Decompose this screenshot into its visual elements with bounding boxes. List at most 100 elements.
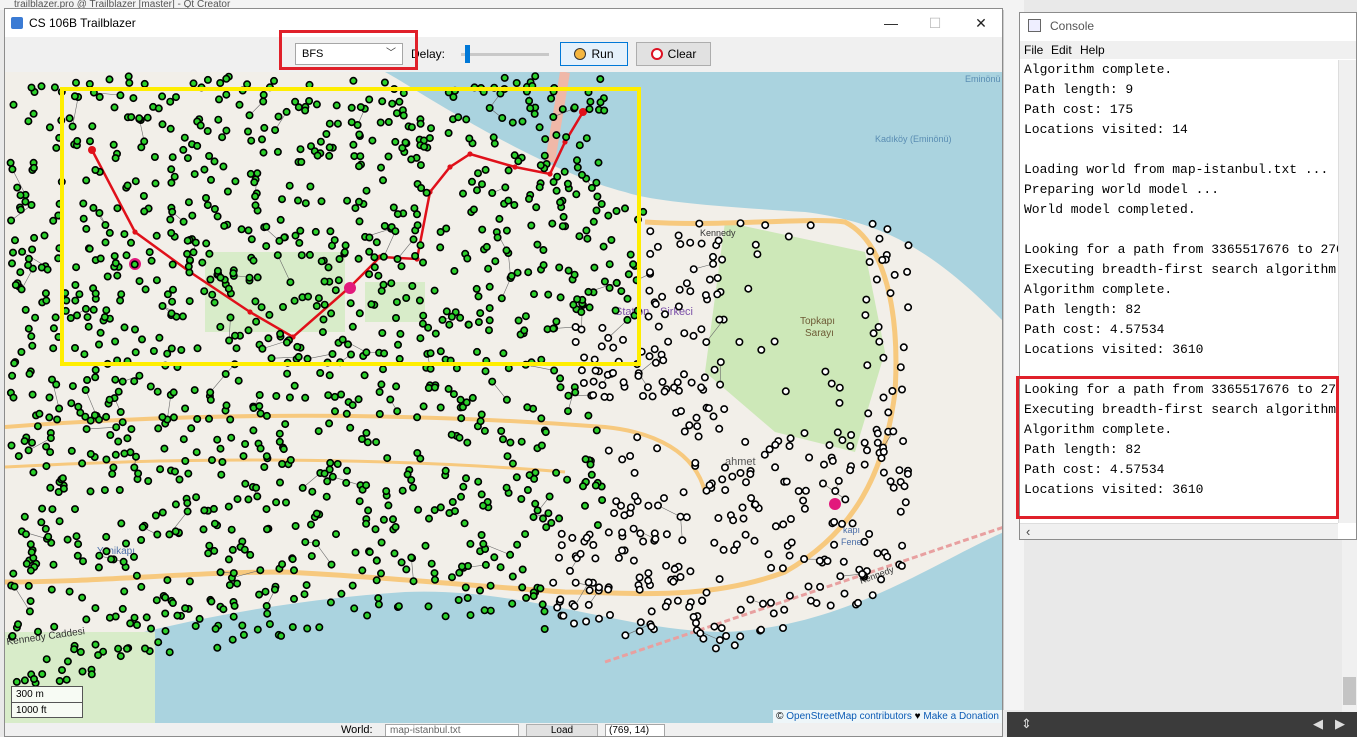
visited-node <box>580 501 589 510</box>
up-down-arrow-icon[interactable]: ⇕ <box>1021 716 1032 732</box>
unvisited-node <box>747 494 756 503</box>
map-view[interactable]: Sirkeci Station Topkapı Sarayı Kadıköy (… <box>5 72 1002 723</box>
visited-node <box>134 469 143 478</box>
close-button[interactable]: ✕ <box>961 13 1001 33</box>
visited-node <box>14 452 23 461</box>
visited-node <box>27 332 36 341</box>
unvisited-node <box>635 573 644 582</box>
visited-node <box>462 398 471 407</box>
unvisited-node <box>715 575 724 584</box>
visited-node <box>448 497 457 506</box>
unvisited-node <box>636 618 645 627</box>
visited-node <box>50 622 59 631</box>
console-title-bar: Console <box>1020 13 1356 41</box>
unvisited-node <box>591 554 600 563</box>
unvisited-node <box>744 284 753 293</box>
unvisited-node <box>886 289 895 298</box>
visited-node <box>102 412 111 421</box>
unvisited-node <box>826 601 835 610</box>
visited-node <box>256 444 265 453</box>
visited-node <box>130 463 139 472</box>
run-button[interactable]: Run <box>560 42 628 66</box>
visited-node <box>31 313 40 322</box>
visited-node <box>463 438 472 447</box>
visited-node <box>303 624 312 633</box>
visited-node <box>175 475 184 484</box>
unvisited-node <box>694 432 703 441</box>
visited-node <box>65 587 74 596</box>
visited-node <box>563 407 572 416</box>
visited-node <box>224 502 233 511</box>
visited-node <box>598 496 607 505</box>
osm-link[interactable]: OpenStreetMap contributors <box>786 711 912 722</box>
visited-node <box>42 655 51 664</box>
visited-node <box>408 483 417 492</box>
visited-node <box>46 483 55 492</box>
console-vertical-scrollbar[interactable] <box>1338 60 1356 523</box>
visited-node <box>118 377 127 386</box>
visited-node <box>481 560 490 569</box>
clear-button[interactable]: Clear <box>636 42 711 66</box>
unvisited-node <box>633 433 642 442</box>
unvisited-node <box>746 470 755 479</box>
unvisited-node <box>594 583 603 592</box>
unvisited-node <box>903 267 912 276</box>
visited-node <box>351 548 360 557</box>
unvisited-node <box>736 219 745 228</box>
visited-node <box>517 494 526 503</box>
right-arrow-icon[interactable]: ▶ <box>1335 716 1345 732</box>
visited-node <box>153 530 162 539</box>
unvisited-node <box>715 424 724 433</box>
visited-node <box>556 374 565 383</box>
console-title: Console <box>1050 19 1095 33</box>
visited-node <box>17 285 26 294</box>
visited-node <box>7 216 16 225</box>
scroll-left-icon[interactable]: ‹ <box>1026 524 1030 539</box>
donate-link[interactable]: Make a Donation <box>923 711 999 722</box>
menu-file[interactable]: File <box>1024 43 1043 57</box>
unvisited-node <box>728 472 737 481</box>
unvisited-node <box>860 438 869 447</box>
visited-node <box>86 487 95 496</box>
unvisited-node <box>675 285 684 294</box>
visited-node <box>12 677 21 686</box>
visited-node <box>28 245 37 254</box>
visited-node <box>160 444 169 453</box>
visited-node <box>262 525 271 534</box>
visited-node <box>398 486 407 495</box>
slider-thumb[interactable] <box>465 45 471 63</box>
unvisited-node <box>670 383 679 392</box>
visited-node <box>181 456 190 465</box>
menu-edit[interactable]: Edit <box>1051 43 1072 57</box>
minimize-button[interactable]: — <box>871 13 911 33</box>
unvisited-node <box>685 421 694 430</box>
visited-node <box>477 410 486 419</box>
unvisited-node <box>741 478 750 487</box>
visited-node <box>45 413 54 422</box>
visited-node <box>279 445 288 454</box>
unvisited-node <box>705 275 714 284</box>
unvisited-node <box>799 496 808 505</box>
unvisited-node <box>676 572 685 581</box>
unvisited-node <box>571 578 580 587</box>
ide-scroll-thumb[interactable] <box>1343 677 1356 705</box>
delay-slider[interactable] <box>461 45 551 63</box>
unvisited-node <box>780 605 789 614</box>
visited-node <box>311 539 320 548</box>
visited-node <box>100 486 109 495</box>
load-button[interactable]: Load <box>526 724 598 736</box>
world-select[interactable]: map-istanbul.txt <box>385 724 519 736</box>
visited-node <box>50 83 59 92</box>
menu-help[interactable]: Help <box>1080 43 1105 57</box>
visited-node <box>94 563 103 572</box>
unvisited-node <box>692 413 701 422</box>
console-horizontal-scrollbar[interactable]: ‹ <box>1020 523 1338 539</box>
visited-node <box>476 417 485 426</box>
visited-node <box>584 411 593 420</box>
visited-node <box>35 409 44 418</box>
maximize-button[interactable]: ☐ <box>915 13 955 33</box>
visited-node <box>51 313 60 322</box>
visited-node <box>204 549 213 558</box>
left-arrow-icon[interactable]: ◀ <box>1313 716 1323 732</box>
unvisited-node <box>556 595 565 604</box>
